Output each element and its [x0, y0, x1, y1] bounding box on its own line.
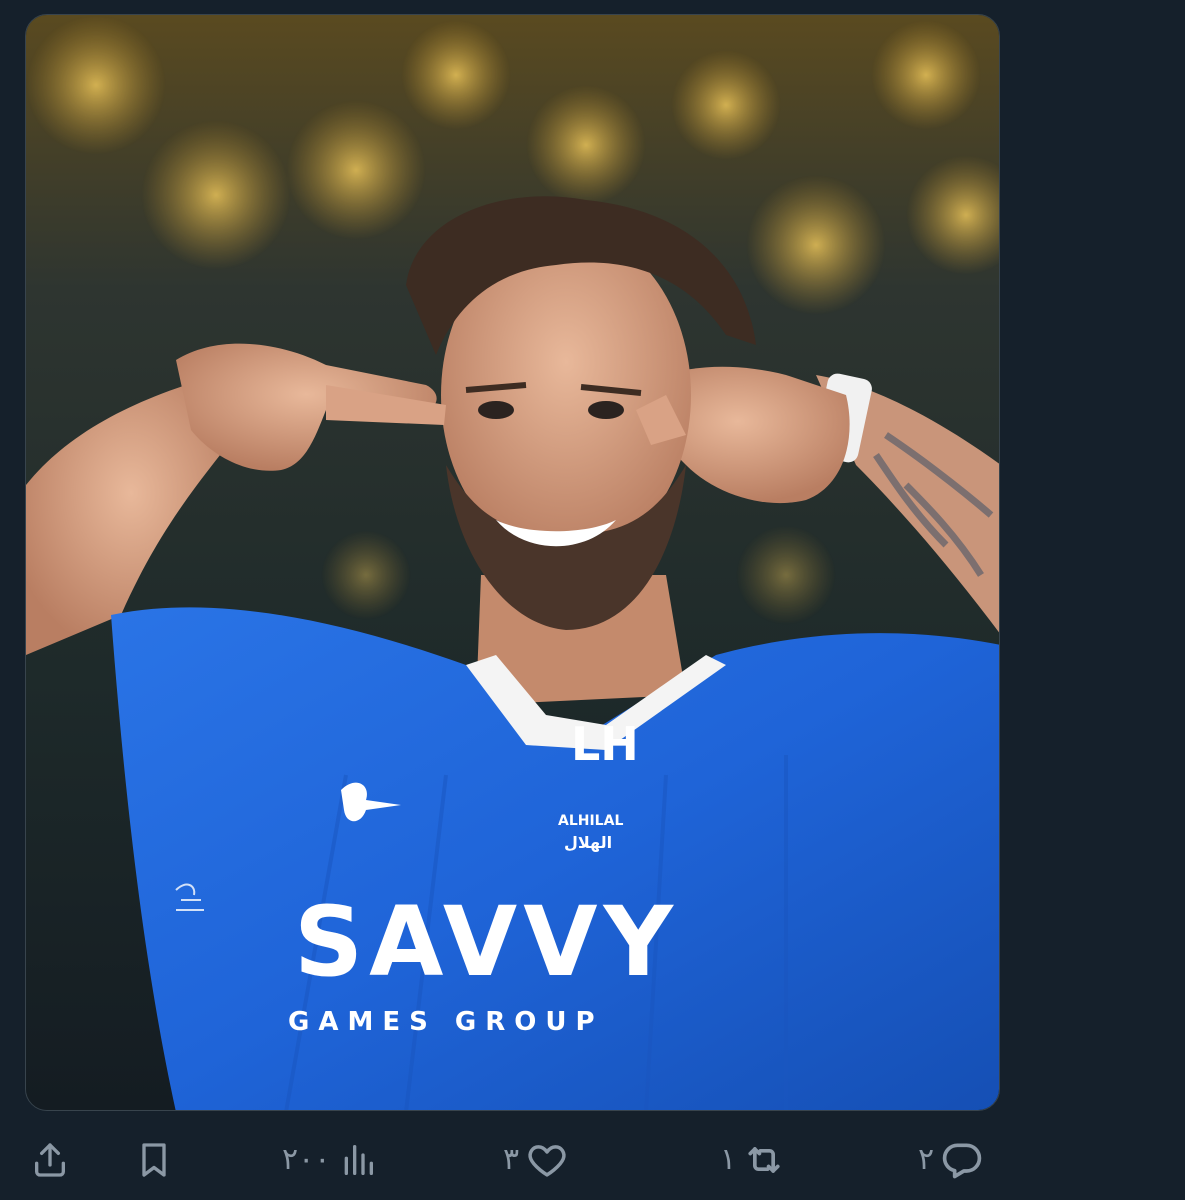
- retweet-button[interactable]: ١: [720, 1136, 786, 1184]
- reply-count: ٢: [918, 1142, 935, 1177]
- retweet-icon: [742, 1138, 786, 1182]
- tweet-view: LH ALHILAL الهلال SAVVY GAMES GROUP ٢٠٠ …: [0, 0, 1185, 1200]
- share-icon: [28, 1138, 72, 1182]
- club-name-latin: ALHILAL: [558, 813, 623, 829]
- photo-illustration: LH ALHILAL الهلال SAVVY GAMES GROUP: [26, 15, 999, 1110]
- share-button[interactable]: [28, 1136, 72, 1184]
- like-button[interactable]: ٣: [503, 1136, 569, 1184]
- tweet-action-bar: ٢٠٠ ٣ ١ ٢: [0, 1128, 1185, 1192]
- views-count: ٢٠٠: [282, 1142, 331, 1177]
- tweet-photo[interactable]: LH ALHILAL الهلال SAVVY GAMES GROUP: [25, 14, 1000, 1111]
- views-button[interactable]: ٢٠٠: [282, 1136, 380, 1184]
- heart-icon: [525, 1138, 569, 1182]
- views-chart-icon: [336, 1138, 380, 1182]
- bookmark-icon: [132, 1138, 176, 1182]
- like-count: ٣: [503, 1142, 520, 1177]
- sponsor-main-text: SAVVY: [294, 886, 679, 998]
- club-crest: LH: [571, 717, 639, 771]
- sponsor-sub-text: GAMES GROUP: [288, 1007, 604, 1037]
- club-name-arabic: الهلال: [564, 833, 612, 852]
- reply-button[interactable]: ٢: [918, 1136, 984, 1184]
- bookmark-button[interactable]: [132, 1136, 176, 1184]
- reply-bubble-icon: [940, 1138, 984, 1182]
- retweet-count: ١: [720, 1142, 737, 1177]
